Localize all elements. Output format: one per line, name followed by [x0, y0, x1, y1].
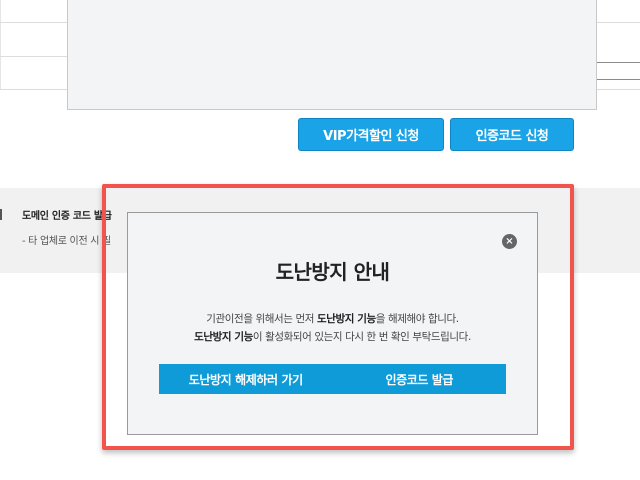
section-marker	[0, 209, 2, 220]
table-row-line	[0, 22, 67, 23]
table-row-line	[0, 56, 67, 57]
input-field-edge[interactable]	[597, 62, 640, 80]
table-row-line	[597, 89, 640, 90]
vip-discount-request-button[interactable]: VIP가격할인 신청	[298, 118, 444, 151]
table-row-line	[597, 22, 640, 23]
auth-code-request-button[interactable]: 인증코드 신청	[450, 118, 574, 151]
highlight-frame	[102, 184, 574, 450]
content-panel	[67, 0, 597, 110]
table-row-line	[0, 89, 67, 90]
section-title: 도메인 인증 코드 발급	[22, 211, 112, 222]
left-border	[0, 0, 1, 90]
section-description: - 타 업체로 이전 시 필	[22, 236, 111, 247]
